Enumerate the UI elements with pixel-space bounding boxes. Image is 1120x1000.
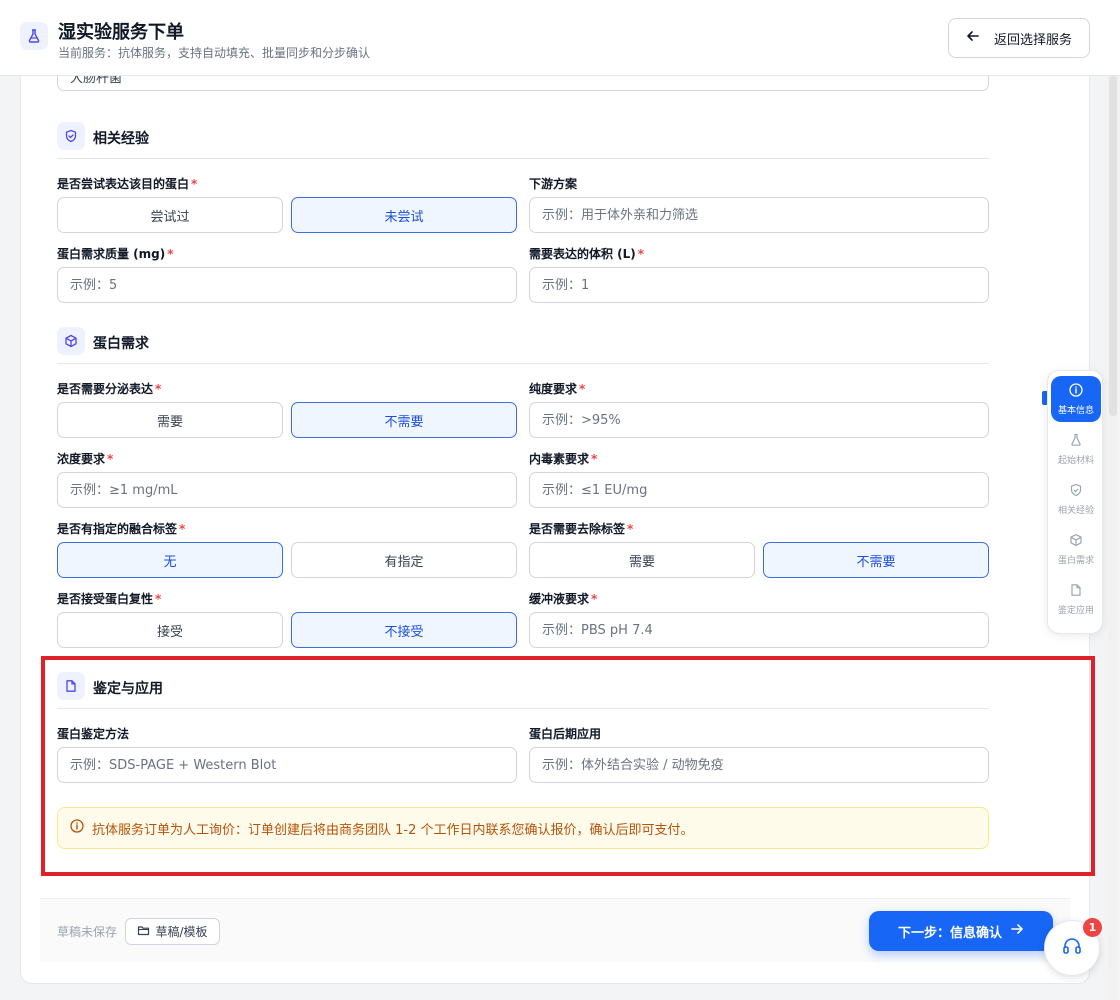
option-tried[interactable]: 尝试过 <box>57 197 283 233</box>
back-to-services-button[interactable]: 返回选择服务 <box>948 18 1090 58</box>
option-refold-accept[interactable]: 接受 <box>57 612 283 648</box>
nav-item-label: 鉴定应用 <box>1057 605 1094 616</box>
shield-icon <box>1069 483 1083 500</box>
draft-template-button[interactable]: 草稿/模板 <box>125 918 220 945</box>
section-divider <box>57 158 989 159</box>
remove-tag-label: 是否需要去除标签 * <box>529 522 634 536</box>
nav-item-starting-material[interactable]: 起始材料 <box>1051 426 1101 472</box>
volume-label: 需要表达的体积 (L) * <box>529 247 645 261</box>
buffer-input[interactable] <box>529 612 989 648</box>
mass-input[interactable] <box>57 267 517 303</box>
option-fusion-none[interactable]: 无 <box>57 542 283 578</box>
info-icon <box>70 819 84 837</box>
partial-field-value: 大肠杆菌 <box>70 76 123 86</box>
next-step-button[interactable]: 下一步：信息确认 <box>869 911 1053 951</box>
cube-icon <box>57 327 85 355</box>
endotoxin-input[interactable] <box>529 472 989 508</box>
arrow-right-icon <box>1010 922 1024 940</box>
volume-input[interactable] <box>529 267 989 303</box>
pricing-notice-text: 抗体服务订单为人工询价：订单创建后将由商务团队 1-2 个工作日内联系您确认报价… <box>92 822 694 838</box>
cube-icon <box>1069 533 1083 550</box>
section-divider <box>57 363 989 364</box>
concentration-label: 浓度要求 * <box>57 452 114 466</box>
purity-label: 纯度要求 * <box>529 382 586 396</box>
folder-icon <box>137 924 150 940</box>
page-title: 湿实验服务下单 <box>58 22 184 43</box>
nav-item-protein[interactable]: 蛋白需求 <box>1051 526 1101 572</box>
option-remove-tag-yes[interactable]: 需要 <box>529 542 755 578</box>
nav-item-experience[interactable]: 相关经验 <box>1051 476 1101 522</box>
shield-icon <box>57 122 85 150</box>
scrollbar-thumb[interactable] <box>1109 76 1117 416</box>
arrow-left-icon <box>966 29 980 47</box>
partial-input-field[interactable]: 大肠杆菌 <box>57 76 989 91</box>
headset-icon <box>1061 935 1083 961</box>
downstream-input[interactable] <box>529 197 989 233</box>
notification-badge: 1 <box>1083 918 1102 937</box>
identification-method-label: 蛋白鉴定方法 <box>57 727 130 741</box>
draft-status: 草稿未保存 <box>57 925 118 939</box>
page-subtitle: 当前服务：抗体服务，支持自动填充、批量同步和分步确认 <box>58 46 371 60</box>
nav-item-identification[interactable]: 鉴定应用 <box>1051 576 1101 622</box>
section-title-identification: 鉴定与应用 <box>93 681 163 697</box>
endotoxin-label: 内毒素要求 * <box>529 452 598 466</box>
identification-method-input[interactable] <box>57 747 517 783</box>
document-icon <box>1069 583 1083 600</box>
downstream-label: 下游方案 <box>529 177 578 191</box>
application-label: 蛋白后期应用 <box>529 727 602 741</box>
page-header: 湿实验服务下单 当前服务：抗体服务，支持自动填充、批量同步和分步确认 返回选择服… <box>0 0 1120 76</box>
section-title-experience: 相关经验 <box>93 131 149 147</box>
secretion-label: 是否需要分泌表达 * <box>57 382 162 396</box>
option-refold-reject[interactable]: 不接受 <box>291 612 517 648</box>
option-secretion-no[interactable]: 不需要 <box>291 402 517 438</box>
option-not-tried[interactable]: 未尝试 <box>291 197 517 233</box>
nav-item-label: 基本信息 <box>1057 405 1094 416</box>
purity-input[interactable] <box>529 402 989 438</box>
application-input[interactable] <box>529 747 989 783</box>
pricing-notice: 抗体服务订单为人工询价：订单创建后将由商务团队 1-2 个工作日内联系您确认报价… <box>57 807 989 849</box>
info-circle-icon <box>1069 382 1083 400</box>
concentration-input[interactable] <box>57 472 517 508</box>
flask-icon <box>20 22 48 50</box>
draft-button-label: 草稿/模板 <box>155 925 208 939</box>
document-icon <box>57 672 85 700</box>
option-fusion-specified[interactable]: 有指定 <box>291 542 517 578</box>
next-button-label: 下一步：信息确认 <box>897 925 1002 941</box>
nav-item-label: 蛋白需求 <box>1057 555 1094 566</box>
flask-icon <box>1069 433 1083 450</box>
nav-item-basic-info[interactable]: 基本信息 <box>1051 376 1101 422</box>
nav-item-label: 起始材料 <box>1057 455 1094 466</box>
section-title-protein: 蛋白需求 <box>93 336 149 352</box>
nav-item-label: 相关经验 <box>1057 505 1094 516</box>
fusion-tag-label: 是否有指定的融合标签 * <box>57 522 186 536</box>
refold-label: 是否接受蛋白复性 * <box>57 592 162 606</box>
back-button-label: 返回选择服务 <box>993 32 1072 48</box>
mass-label: 蛋白需求质量 (mg) * <box>57 247 174 261</box>
buffer-label: 缓冲液要求 * <box>529 592 598 606</box>
tried-expression-label: 是否尝试表达该目的蛋白 * <box>57 177 198 191</box>
page-scrollbar[interactable] <box>1108 76 1118 1000</box>
option-remove-tag-no[interactable]: 不需要 <box>763 542 989 578</box>
section-divider <box>57 708 989 709</box>
section-side-nav: 基本信息 起始材料 相关经验 蛋白需求 鉴定应用 <box>1047 370 1103 634</box>
option-secretion-yes[interactable]: 需要 <box>57 402 283 438</box>
